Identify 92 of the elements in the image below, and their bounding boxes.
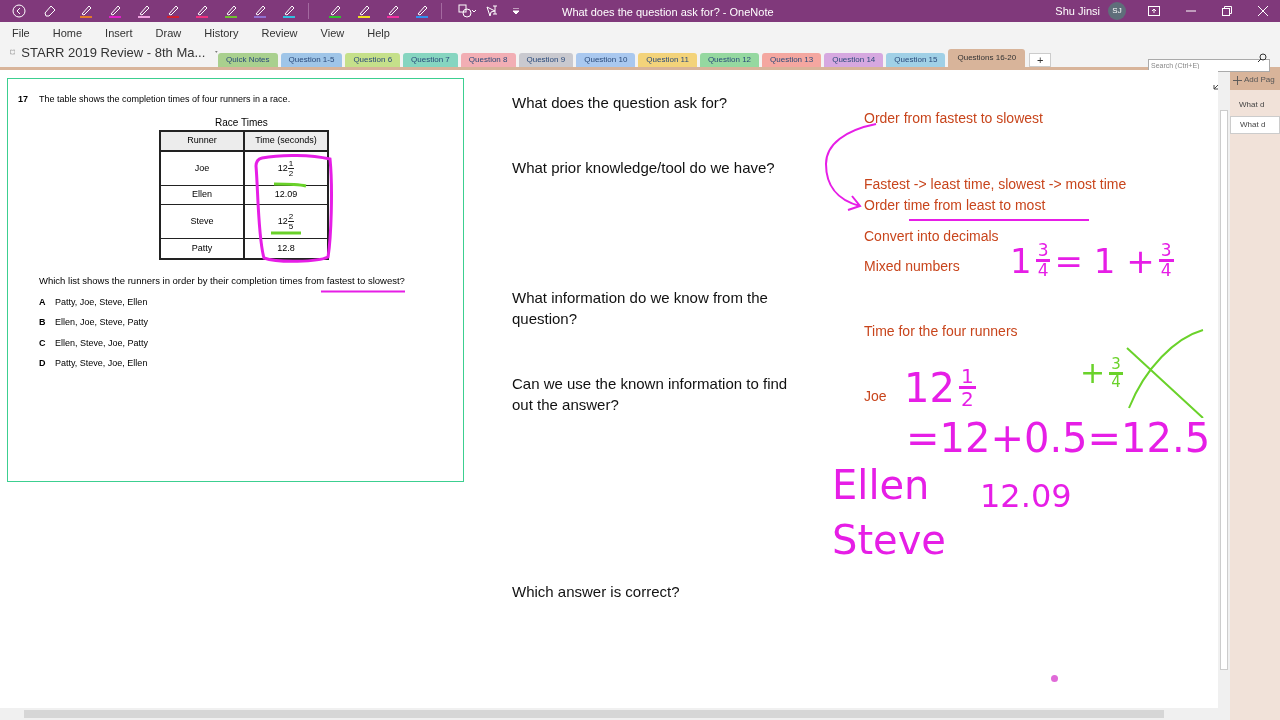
table-title: Race Times <box>215 116 268 130</box>
highlighter-icon[interactable] <box>386 4 400 18</box>
ink-underline <box>271 231 301 235</box>
choice-letter: D <box>39 356 46 370</box>
note-text: Time for the four runners <box>864 322 1018 341</box>
handwritten-note: 12.09 <box>980 480 1072 512</box>
pen-cursor <box>1051 675 1058 682</box>
menu-item[interactable]: File <box>12 24 30 42</box>
table-cell: Joe <box>161 152 245 185</box>
pen-icon[interactable] <box>195 4 209 18</box>
section-tab[interactable]: Question 14 <box>824 53 884 67</box>
search-icon[interactable] <box>1257 53 1267 62</box>
choice-text[interactable]: Patty, Steve, Joe, Ellen <box>55 356 148 371</box>
user-name[interactable]: Shu Jinsi <box>1055 2 1100 20</box>
question-number: 17 <box>18 93 28 106</box>
choice-letter: B <box>39 316 46 330</box>
section-tab[interactable]: Question 6 <box>345 53 401 67</box>
section-tab[interactable]: Question 13 <box>762 53 822 67</box>
menu-item[interactable]: Insert <box>105 24 133 42</box>
menu-item[interactable]: Draw <box>155 24 182 42</box>
pen-icon[interactable] <box>166 4 180 18</box>
highlighter-icon[interactable] <box>328 4 342 18</box>
notebook-name[interactable]: STARR 2019 Review - 8th Ma... <box>21 42 206 62</box>
question-text: The table shows the completion times of four runners in a race. <box>39 93 291 106</box>
choice-text[interactable]: Ellen, Steve, Joe, Patty <box>55 336 149 351</box>
note-text: Order time from least to most <box>864 196 1046 215</box>
eraser-icon[interactable] <box>42 4 56 18</box>
table-cell: Ellen <box>161 186 245 204</box>
pen-icon[interactable] <box>137 4 151 18</box>
table-cell-text: 12.09 <box>273 188 299 202</box>
note-text: Convert into decimals <box>864 227 999 246</box>
step-question: Can we use the known information to find out the answer? <box>512 374 789 415</box>
section-tab[interactable]: Question 7 <box>403 53 458 67</box>
section-tab[interactable]: Question 12 <box>699 53 760 67</box>
pen-icon[interactable] <box>253 4 267 18</box>
pen-icon[interactable] <box>224 4 238 18</box>
table-cell: Steve <box>161 205 245 238</box>
section-tab[interactable]: Question 9 <box>518 53 574 67</box>
ink-underline <box>274 182 307 188</box>
vertical-scrollbar[interactable] <box>1218 70 1230 720</box>
add-icon[interactable] <box>1233 75 1242 85</box>
handwritten-note: =12+0.5=12.5 <box>906 418 1211 458</box>
note-text: Fastest -> least time, slowest -> most time <box>864 175 1127 194</box>
menu-item[interactable]: View <box>320 24 345 42</box>
choice-letter: A <box>39 296 46 309</box>
choice-text[interactable]: Ellen, Joe, Steve, Patty <box>55 316 149 330</box>
highlighter-icon[interactable] <box>357 4 371 18</box>
table-cell-text: 12.8 <box>276 241 296 255</box>
section-tab[interactable]: Questions 16-20 <box>948 49 1026 67</box>
handwritten-note: Steve <box>832 520 946 560</box>
page-item[interactable]: What d <box>1230 96 1280 114</box>
back-icon[interactable] <box>12 4 26 18</box>
step-question: What does the question ask for? <box>512 93 729 113</box>
step-question: What prior knowledge/tool do we have? <box>512 158 776 178</box>
menu-item[interactable]: Help <box>367 24 390 42</box>
pen-icon[interactable] <box>108 4 122 18</box>
menu-item[interactable]: Home <box>52 24 83 42</box>
shapes-icon[interactable] <box>458 4 477 18</box>
question-prompt: Which list shows the runners in order by their completion times from fastest to slowest? <box>39 274 405 288</box>
column-header: Runner <box>161 132 245 150</box>
section-tab[interactable]: Question 11 <box>638 53 697 67</box>
choice-letter: C <box>39 336 46 350</box>
pen-icon[interactable] <box>79 4 93 18</box>
section-tab[interactable]: Question 10 <box>576 53 636 67</box>
full-screen-icon[interactable] <box>1148 6 1160 16</box>
avatar[interactable]: SJ <box>1108 2 1126 20</box>
page-item[interactable]: What d <box>1230 116 1280 134</box>
add-section-button[interactable]: + <box>1029 53 1052 67</box>
note-text: Order from fastest to slowest <box>864 109 1043 128</box>
handwritten-note: Ellen <box>832 465 930 505</box>
note-text: Mixed numbers <box>864 257 960 276</box>
customize-caret-icon[interactable] <box>513 8 519 14</box>
choice-text[interactable]: Patty, Joe, Steve, Ellen <box>55 296 148 310</box>
column-header: Time (seconds) <box>254 134 318 148</box>
section-tab[interactable]: Quick Notes <box>218 53 278 67</box>
section-tab[interactable]: Question 1-5 <box>280 53 343 67</box>
section-tab[interactable]: Question 15 <box>886 53 946 67</box>
step-question: Which answer is correct? <box>512 582 681 602</box>
menu-item[interactable]: History <box>204 24 239 42</box>
ink-to-text-icon[interactable] <box>485 4 499 18</box>
table-cell: Patty <box>161 239 245 258</box>
restore-icon[interactable] <box>1222 6 1232 16</box>
close-icon[interactable] <box>1258 6 1268 16</box>
step-question: What information do we know from the question? <box>512 288 769 329</box>
window-title: What does the question ask for? - OneNote <box>562 5 774 20</box>
pen-icon[interactable] <box>282 4 296 18</box>
dropdown-caret-icon[interactable] <box>215 50 218 55</box>
menu-item[interactable]: Review <box>261 24 298 42</box>
section-tab[interactable]: Question 8 <box>460 53 516 67</box>
note-text: Joe <box>864 387 887 406</box>
horizontal-scrollbar[interactable] <box>0 708 1218 720</box>
highlighter-icon[interactable] <box>415 4 429 18</box>
